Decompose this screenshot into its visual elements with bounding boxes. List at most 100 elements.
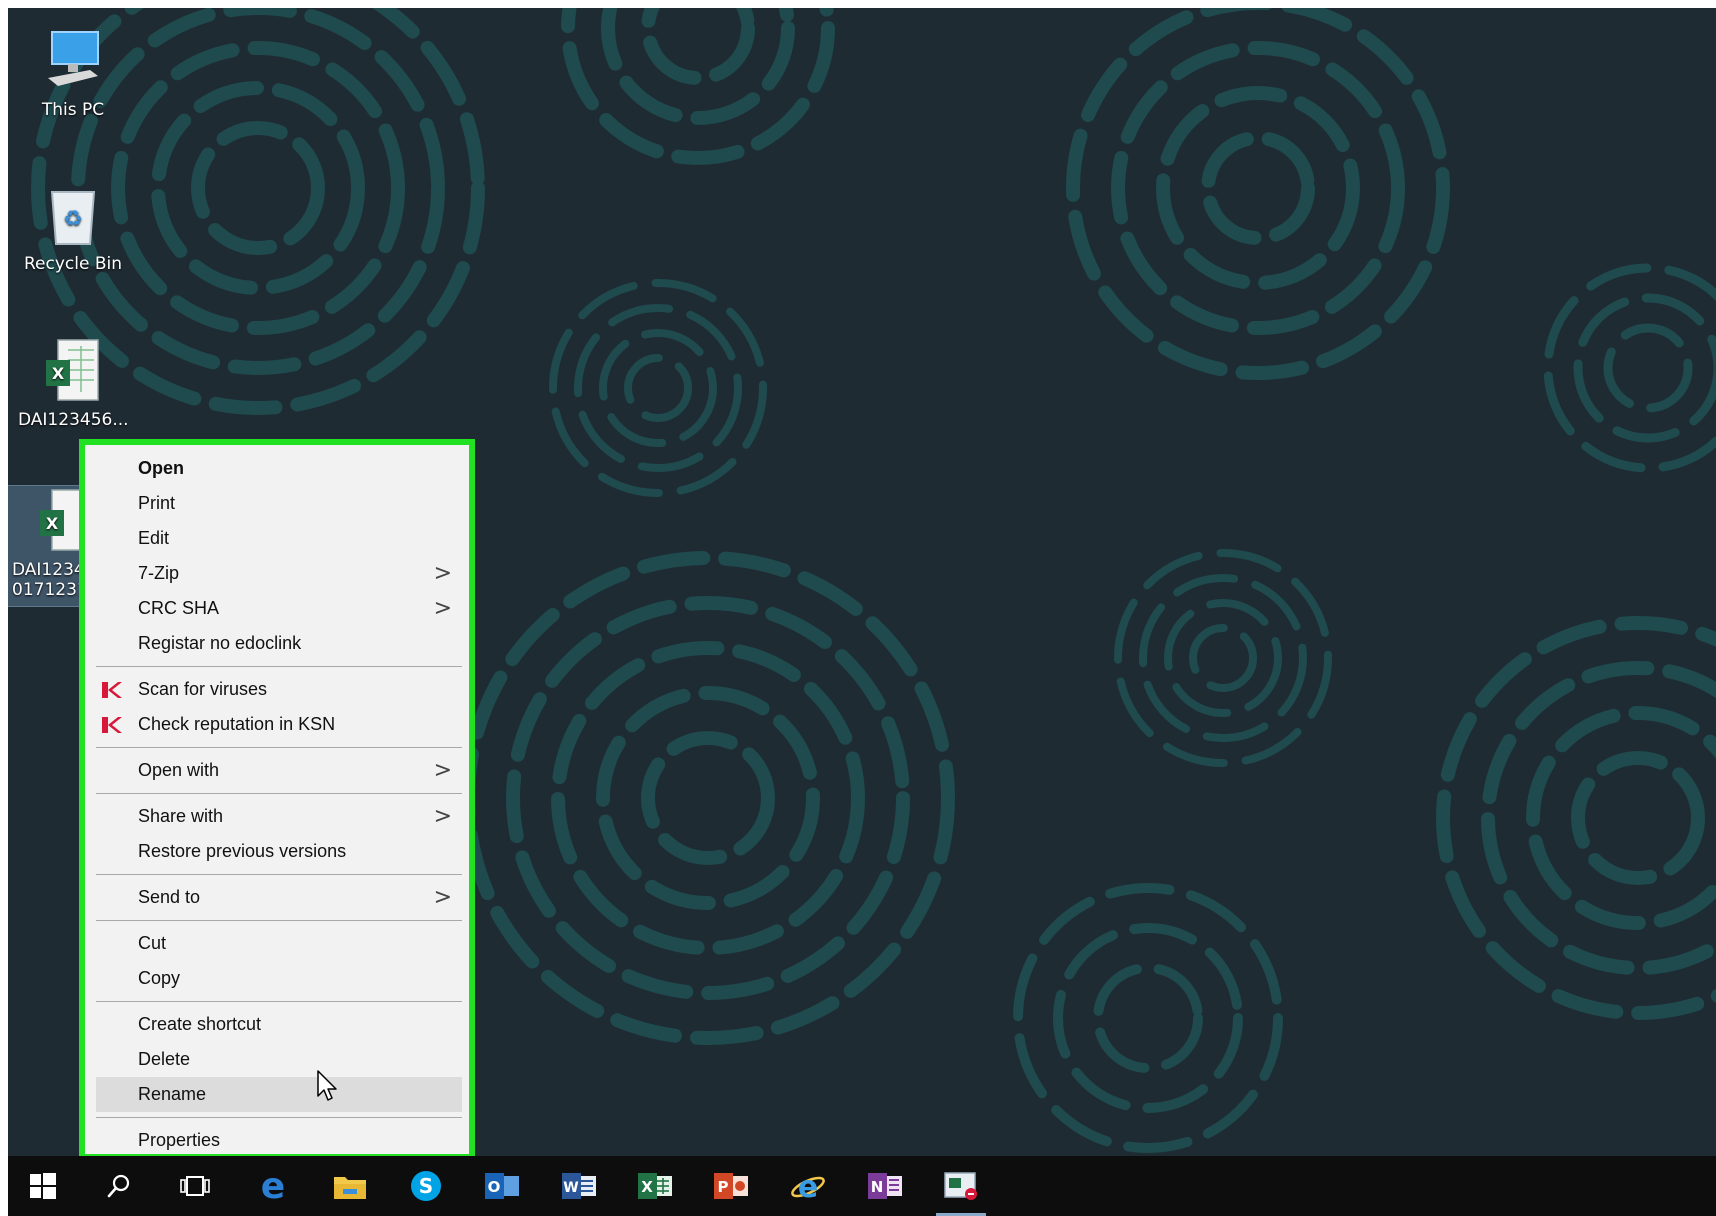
mouse-cursor-icon: [317, 1070, 337, 1101]
recycle-bin-icon: ♻: [38, 180, 108, 250]
edge-letter: e: [261, 1169, 285, 1203]
desktop-icon-recycle-bin[interactable]: ♻ Recycle Bin: [18, 180, 128, 274]
menu-item-label: Properties: [138, 1130, 221, 1150]
word-icon: W: [562, 1173, 596, 1199]
menu-item-label: Print: [138, 493, 176, 513]
menu-separator: [96, 920, 462, 921]
task-view-button[interactable]: [164, 1156, 226, 1216]
svg-text:♻: ♻: [63, 207, 83, 232]
skype-letter: S: [419, 1174, 433, 1198]
taskbar-onenote[interactable]: N: [854, 1156, 916, 1216]
desktop-icon-this-pc[interactable]: This PC: [18, 26, 128, 120]
ie-letter: e: [798, 1170, 818, 1204]
menu-item-create-shortcut[interactable]: Create shortcut: [96, 1007, 462, 1042]
menu-item-label: Scan for viruses: [138, 679, 268, 699]
taskbar-internet-explorer[interactable]: e: [777, 1156, 839, 1216]
skype-icon: S: [411, 1171, 441, 1201]
menu-item-label: Share with: [138, 806, 224, 826]
menu-item-label: Restore previous versions: [138, 841, 347, 861]
task-view-icon: [180, 1176, 210, 1196]
desktop-icon-excel-file[interactable]: X DAI123456...: [18, 336, 129, 430]
desktop-icon-label: Recycle Bin: [23, 254, 122, 274]
chevron-right-icon: >: [433, 885, 452, 910]
menu-item-label: Open: [138, 458, 185, 478]
menu-separator: [96, 1117, 462, 1118]
menu-item-edit[interactable]: Edit: [96, 521, 462, 556]
menu-item-copy[interactable]: Copy: [96, 961, 462, 996]
kaspersky-icon: [102, 717, 122, 733]
menu-item-label: CRC SHA: [138, 598, 220, 618]
search-button[interactable]: [88, 1156, 150, 1216]
menu-separator: [96, 666, 462, 667]
taskbar-file-explorer[interactable]: [319, 1156, 381, 1216]
menu-item-label: Open with: [138, 760, 220, 780]
menu-item-7zip[interactable]: 7-Zip >: [96, 556, 462, 591]
menu-item-label: 7-Zip: [138, 563, 180, 583]
menu-separator: [96, 747, 462, 748]
taskbar-app-active[interactable]: [930, 1156, 992, 1216]
menu-item-restore-previous-versions[interactable]: Restore previous versions: [96, 834, 462, 869]
menu-item-check-reputation-ksn[interactable]: Check reputation in KSN: [96, 707, 462, 742]
menu-item-cut[interactable]: Cut: [96, 926, 462, 961]
menu-item-label: Rename: [138, 1084, 207, 1104]
desktop-icon-label: This PC: [41, 100, 105, 120]
menu-item-label: Copy: [138, 968, 181, 988]
taskbar-word[interactable]: W: [548, 1156, 610, 1216]
taskbar-skype[interactable]: S: [395, 1156, 457, 1216]
app-icon: [944, 1172, 977, 1200]
search-icon: [107, 1174, 130, 1198]
excel-icon: X: [638, 1173, 672, 1199]
desktop-icon-label-line1: DAI1234: [12, 560, 85, 580]
taskbar-powerpoint[interactable]: P: [700, 1156, 762, 1216]
outlook-letter: O: [488, 1178, 501, 1196]
taskbar: e S O W X P e N: [8, 1156, 1716, 1216]
menu-item-scan-for-viruses[interactable]: Scan for viruses: [96, 672, 462, 707]
menu-item-crc-sha[interactable]: CRC SHA >: [96, 591, 462, 626]
menu-item-label: Registar no edoclink: [138, 633, 302, 653]
menu-item-send-to[interactable]: Send to >: [96, 880, 462, 915]
start-button[interactable]: [12, 1156, 74, 1216]
excel-file-icon: X: [38, 336, 108, 406]
menu-item-open-with[interactable]: Open with >: [96, 753, 462, 788]
desktop-icon-label: DAI123456...: [18, 410, 129, 430]
menu-separator: [96, 1001, 462, 1002]
taskbar-excel[interactable]: X: [624, 1156, 686, 1216]
excel-letter: X: [641, 1178, 653, 1196]
word-letter: W: [563, 1180, 578, 1196]
menu-item-registar-edoclink[interactable]: Registar no edoclink: [96, 626, 462, 661]
onenote-letter: N: [871, 1178, 884, 1196]
context-menu-highlight-frame: Open Print Edit 7-Zip > CRC SHA > Registar…: [79, 439, 475, 1160]
menu-item-label: Check reputation in KSN: [138, 714, 336, 734]
chevron-right-icon: >: [433, 561, 452, 586]
computer-icon: [38, 26, 108, 96]
outlook-icon: O: [485, 1173, 519, 1199]
menu-item-properties[interactable]: Properties: [96, 1123, 462, 1158]
desktop-icon-label-line2: 0171231: [12, 580, 88, 600]
menu-separator: [96, 793, 462, 794]
desktop-icon-excel-file-selected[interactable]: X DAI1234 0171231: [8, 485, 93, 607]
edge-icon: e: [261, 1169, 285, 1203]
menu-item-delete[interactable]: Delete: [96, 1042, 462, 1077]
menu-item-label: Delete: [138, 1049, 191, 1069]
menu-item-print[interactable]: Print: [96, 486, 462, 521]
onenote-icon: N: [868, 1173, 902, 1199]
chevron-right-icon: >: [433, 596, 452, 621]
menu-separator: [96, 874, 462, 875]
menu-item-share-with[interactable]: Share with >: [96, 799, 462, 834]
svg-text:X: X: [46, 514, 59, 533]
taskbar-outlook[interactable]: O: [471, 1156, 533, 1216]
menu-item-label: Edit: [138, 528, 170, 548]
menu-item-label: Create shortcut: [138, 1014, 262, 1034]
kaspersky-icon: [102, 682, 122, 698]
internet-explorer-icon: e: [791, 1170, 825, 1204]
file-explorer-icon: [334, 1177, 366, 1199]
powerpoint-letter: P: [718, 1178, 729, 1196]
start-icon: [30, 1173, 56, 1199]
chevron-right-icon: >: [433, 804, 452, 829]
taskbar-edge[interactable]: e: [242, 1156, 304, 1216]
menu-item-open[interactable]: Open: [96, 451, 462, 486]
powerpoint-icon: P: [714, 1173, 748, 1199]
chevron-right-icon: >: [433, 758, 452, 783]
menu-item-rename[interactable]: Rename: [96, 1077, 462, 1112]
menu-item-label: Cut: [138, 933, 167, 953]
